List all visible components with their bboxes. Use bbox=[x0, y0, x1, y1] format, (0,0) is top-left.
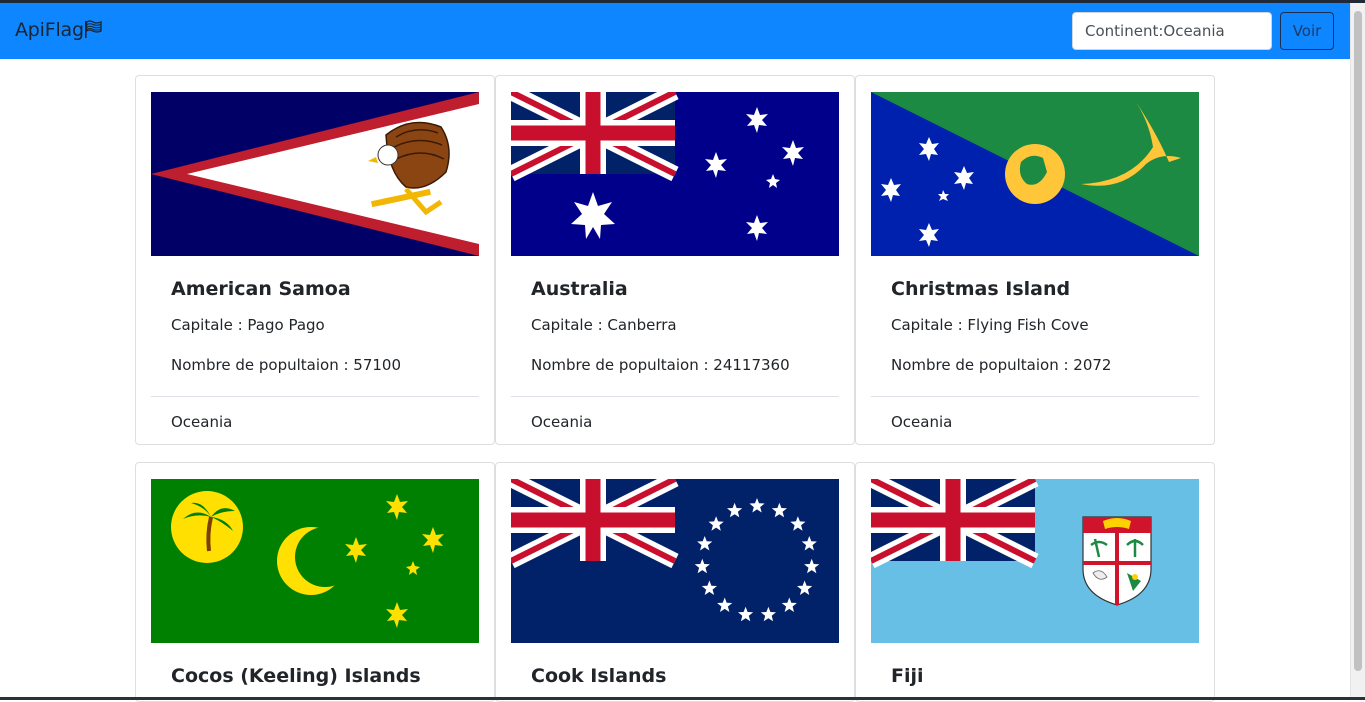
scrollbar-thumb[interactable] bbox=[1354, 11, 1362, 671]
card-divider bbox=[871, 396, 1199, 397]
flag-icon bbox=[84, 20, 102, 38]
country-population: Nombre de popultaion : 24117360 bbox=[531, 356, 790, 374]
australia-flag bbox=[511, 92, 839, 256]
brand-logo[interactable]: ApiFlag bbox=[15, 19, 103, 41]
country-name: Fiji bbox=[891, 665, 924, 687]
christmas-island-flag bbox=[871, 92, 1199, 256]
scrollbar[interactable] bbox=[1350, 3, 1365, 700]
country-card[interactable]: American Samoa Capitale : Pago Pago Nomb… bbox=[135, 75, 495, 445]
country-name: Cook Islands bbox=[531, 665, 667, 687]
country-card[interactable]: Christmas Island Capitale : Flying Fish … bbox=[855, 75, 1215, 445]
cook-islands-flag bbox=[511, 479, 839, 643]
fiji-flag bbox=[871, 479, 1199, 643]
country-card[interactable]: Fiji bbox=[855, 462, 1215, 702]
country-name: Christmas Island bbox=[891, 278, 1071, 300]
country-card[interactable]: Cook Islands bbox=[495, 462, 855, 702]
navbar: ApiFlag Voir bbox=[0, 3, 1350, 59]
brand-text: ApiFlag bbox=[15, 19, 84, 41]
country-capital: Capitale : Flying Fish Cove bbox=[891, 316, 1089, 334]
card-divider bbox=[151, 396, 479, 397]
country-continent: Oceania bbox=[531, 413, 593, 431]
country-name: American Samoa bbox=[171, 278, 351, 300]
american-samoa-flag bbox=[151, 92, 479, 256]
country-capital: Capitale : Canberra bbox=[531, 316, 677, 334]
country-name: Australia bbox=[531, 278, 628, 300]
country-continent: Oceania bbox=[891, 413, 953, 431]
country-population: Nombre de popultaion : 2072 bbox=[891, 356, 1112, 374]
country-card[interactable]: Cocos (Keeling) Islands bbox=[135, 462, 495, 702]
country-capital: Capitale : Pago Pago bbox=[171, 316, 325, 334]
country-card[interactable]: Australia Capitale : Canberra Nombre de … bbox=[495, 75, 855, 445]
country-population: Nombre de popultaion : 57100 bbox=[171, 356, 402, 374]
voir-button[interactable]: Voir bbox=[1280, 12, 1334, 50]
cocos-islands-flag bbox=[151, 479, 479, 643]
country-name: Cocos (Keeling) Islands bbox=[171, 665, 421, 687]
search-input[interactable] bbox=[1072, 12, 1272, 50]
card-divider bbox=[511, 396, 839, 397]
country-continent: Oceania bbox=[171, 413, 233, 431]
